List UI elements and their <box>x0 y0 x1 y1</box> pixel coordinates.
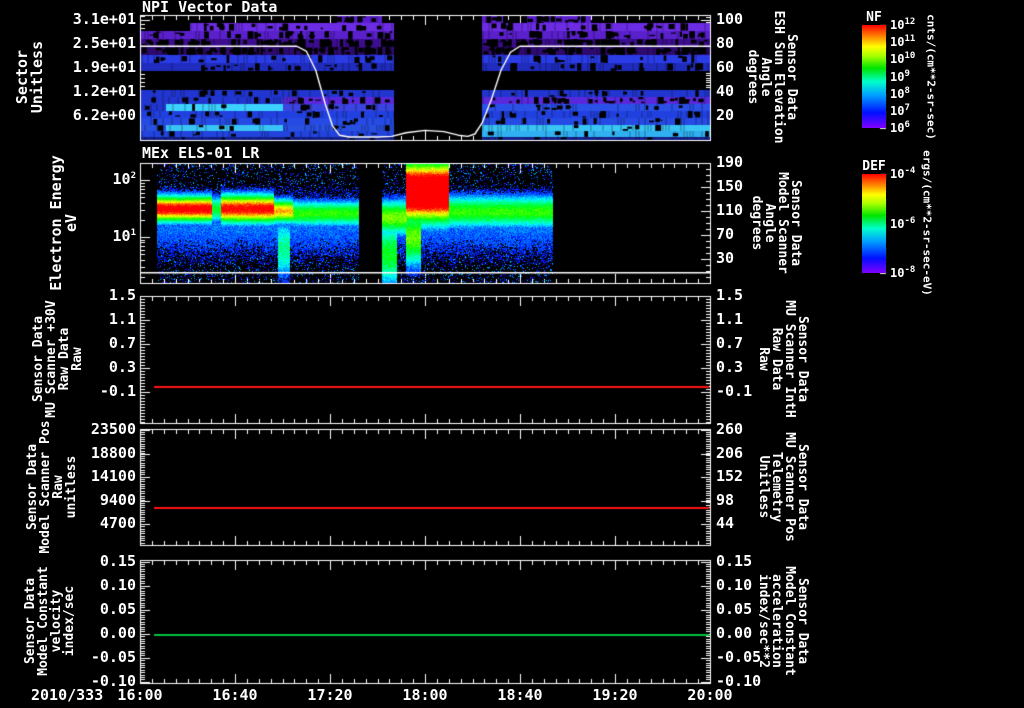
y-tick-label: 30 <box>716 249 735 268</box>
y-tick-label: 1.1 <box>108 310 136 329</box>
colorbar-tick-label: 106 <box>890 120 910 136</box>
x-tick-label: 20:00 <box>687 686 733 705</box>
y-tick-label: 6.2e+00 <box>72 106 136 125</box>
y-tick-label: 206 <box>716 443 744 462</box>
y-tick-label: 0.10 <box>99 575 136 594</box>
y-tick-label: 0.3 <box>108 358 136 376</box>
y-tick-label: 60 <box>716 58 735 76</box>
y-tick-label: 14100 <box>90 467 136 486</box>
y-tick-label: 0.7 <box>108 334 136 353</box>
colorbar-tick-label: 1011 <box>890 34 916 50</box>
y-tick-label: 70 <box>716 225 735 244</box>
colorbar-tick-label: 107 <box>890 103 910 119</box>
y-tick-label: 4700 <box>99 514 136 533</box>
y-tick-label: 80 <box>716 33 735 52</box>
y-tick-label: 40 <box>716 82 735 101</box>
y-tick-label: -0.1 <box>99 381 136 400</box>
def-colorbar <box>862 174 886 273</box>
y-tick-label: 44 <box>716 514 735 533</box>
y-tick-label: 2.5e+01 <box>72 34 136 53</box>
x-tick-label: 18:40 <box>497 686 543 705</box>
panel1-title: NPI Vector Data <box>142 0 278 16</box>
y-tick-label: 1.5 <box>716 286 744 305</box>
y-tick-label: 1.1 <box>716 310 744 329</box>
y-tick-label: 190 <box>716 153 744 172</box>
y-tick-label: 20 <box>716 106 735 125</box>
y-tick-label: 98 <box>716 490 735 509</box>
y-tick-label: 0.3 <box>716 358 744 376</box>
x-tick-label: 19:20 <box>592 686 638 705</box>
y-tick-label: 1.9e+01 <box>72 58 136 77</box>
y-tick-label: 9400 <box>99 490 136 509</box>
y-tick-label: 18800 <box>90 443 136 462</box>
x-tick-label: 16:40 <box>212 686 258 705</box>
y-tick-label: 1.2e+01 <box>72 82 136 101</box>
y-tick-label: 23500 <box>90 420 136 439</box>
y-tick-label: 3.1e+01 <box>72 10 136 29</box>
y-tick-label: 152 <box>716 467 744 486</box>
y-tick-label: 0.05 <box>99 599 136 618</box>
colorbar-tick-label: 109 <box>890 69 910 85</box>
colorbar-tick-label: 10-6 <box>890 216 916 232</box>
y-tick-label: -0.05 <box>90 647 136 666</box>
y-tick-label: 110 <box>716 201 744 220</box>
y-tick-label: 0.00 <box>99 623 136 642</box>
y-tick-label: -0.1 <box>716 381 753 400</box>
y-tick-label: 102 <box>112 170 136 189</box>
colorbar-tick-label: 10-4 <box>890 166 916 182</box>
y-tick-label: 101 <box>112 227 136 246</box>
y-tick-label: 1.5 <box>108 286 136 305</box>
y-tick-label: 260 <box>716 420 744 439</box>
colorbar-tick-label: 1010 <box>890 51 916 67</box>
x-tick-label: 18:00 <box>402 686 448 705</box>
y-tick-label: 0.10 <box>716 575 753 594</box>
y-tick-label: 0.15 <box>716 551 753 570</box>
y-tick-label: 100 <box>716 9 744 28</box>
y-tick-label: 150 <box>716 177 744 196</box>
y-tick-label: -0.05 <box>716 647 762 666</box>
x-tick-label: 16:00 <box>117 686 163 705</box>
colorbar-tick-label: 1012 <box>890 17 916 33</box>
def-colorbar-title: DEF <box>862 159 886 175</box>
nf-colorbar <box>862 25 886 128</box>
date-label: 2010/333 <box>31 686 104 704</box>
plot-page: NPI Vector Data MEx ELS-01 LR Sector Uni… <box>0 0 1024 708</box>
x-tick-label: 17:20 <box>307 686 353 705</box>
colorbar-tick-label: 108 <box>890 86 910 102</box>
panel2-title: MEx ELS-01 LR <box>142 144 260 162</box>
nf-colorbar-title: NF <box>866 10 882 26</box>
y-tick-label: 0.05 <box>716 599 753 618</box>
y-tick-label: 0.7 <box>716 334 744 353</box>
colorbar-tick-label: 10-8 <box>890 265 916 281</box>
y-tick-label: 0.15 <box>99 551 136 570</box>
y-tick-label: 0.00 <box>716 623 753 642</box>
